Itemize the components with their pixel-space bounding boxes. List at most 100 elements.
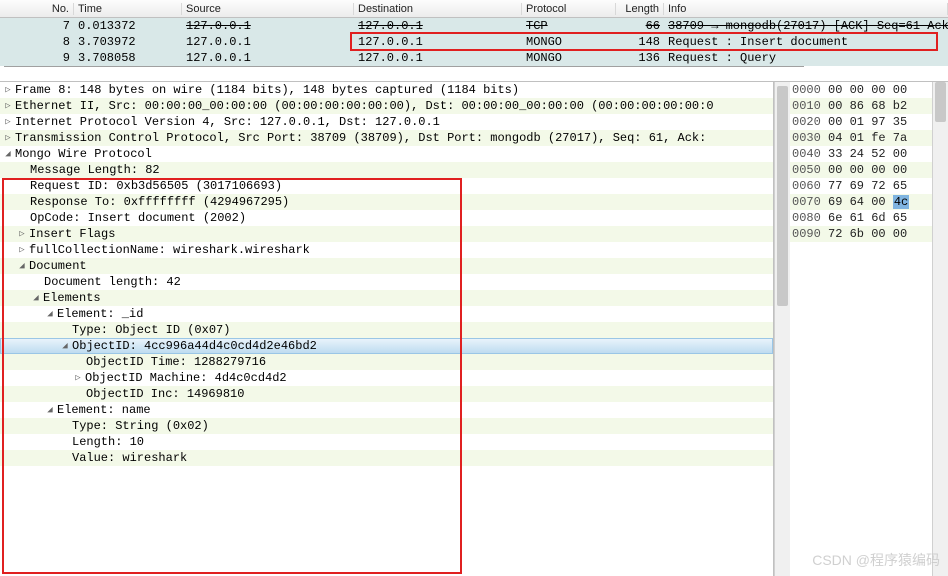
packet-list-header: No. Time Source Destination Protocol Len… xyxy=(0,0,948,18)
expand-icon[interactable]: ▷ xyxy=(2,132,14,144)
hex-offset: 0090 xyxy=(792,227,828,241)
tree-ip[interactable]: ▷Internet Protocol Version 4, Src: 127.0… xyxy=(0,114,773,130)
cell-source: 127.0.0.1 xyxy=(182,19,354,33)
tree-label: Value: wireshark xyxy=(72,451,187,465)
tree-label: ObjectID: 4cc996a44d4c0cd4d2e46bd2 xyxy=(72,339,317,353)
hex-scrollbar[interactable] xyxy=(932,82,948,576)
hex-row[interactable]: 003004 01 fe 7a xyxy=(790,130,932,146)
hex-row[interactable]: 001000 86 68 b2 xyxy=(790,98,932,114)
hex-bytes: 00 00 00 00 xyxy=(828,163,930,177)
expand-icon[interactable]: ▷ xyxy=(16,244,28,256)
tree-label: Request ID: 0xb3d56505 (3017106693) xyxy=(30,179,282,193)
hex-row[interactable]: 00806e 61 6d 65 xyxy=(790,210,932,226)
tree-elements[interactable]: ◢Elements xyxy=(0,290,773,306)
tree-type-objectid[interactable]: Type: Object ID (0x07) xyxy=(0,322,773,338)
expand-icon[interactable]: ▷ xyxy=(2,84,14,96)
cell-length: 136 xyxy=(616,51,664,65)
hex-offset: 0010 xyxy=(792,99,828,113)
tree-label: Length: 10 xyxy=(72,435,144,449)
expand-icon[interactable]: ▷ xyxy=(2,116,14,128)
tree-tcp[interactable]: ▷Transmission Control Protocol, Src Port… xyxy=(0,130,773,146)
hex-row[interactable]: 006077 69 72 65 xyxy=(790,178,932,194)
tree-label: Document xyxy=(29,259,87,273)
tree-objectid[interactable]: ◢ObjectID: 4cc996a44d4c0cd4d2e46bd2 xyxy=(0,338,773,354)
collapse-icon[interactable]: ◢ xyxy=(16,260,28,272)
tree-opcode[interactable]: OpCode: Insert document (2002) xyxy=(0,210,773,226)
tree-string-length[interactable]: Length: 10 xyxy=(0,434,773,450)
tree-label: Message Length: 82 xyxy=(30,163,160,177)
tree-label: ObjectID Time: 1288279716 xyxy=(86,355,266,369)
tree-msg-length[interactable]: Message Length: 82 xyxy=(0,162,773,178)
hex-bytes: 00 86 68 b2 xyxy=(828,99,930,113)
tree-label: Internet Protocol Version 4, Src: 127.0.… xyxy=(15,115,440,129)
packet-row[interactable]: 9 3.708058 127.0.0.1 127.0.0.1 MONGO 136… xyxy=(0,50,948,66)
expand-icon[interactable]: ▷ xyxy=(2,100,14,112)
hex-row[interactable]: 005000 00 00 00 xyxy=(790,162,932,178)
cell-length: 148 xyxy=(616,35,664,49)
cell-info: Request : Query xyxy=(664,51,948,65)
cell-source: 127.0.0.1 xyxy=(182,51,354,65)
tree-element-id[interactable]: ◢Element: _id xyxy=(0,306,773,322)
collapse-icon[interactable]: ◢ xyxy=(44,404,56,416)
col-header-no[interactable]: No. xyxy=(0,3,74,15)
tree-frame[interactable]: ▷Frame 8: 148 bytes on wire (1184 bits),… xyxy=(0,82,773,98)
tree-ethernet[interactable]: ▷Ethernet II, Src: 00:00:00_00:00:00 (00… xyxy=(0,98,773,114)
hex-row[interactable]: 004033 24 52 00 xyxy=(790,146,932,162)
scrollbar-thumb[interactable] xyxy=(935,82,946,122)
hex-offset: 0080 xyxy=(792,211,828,225)
tree-type-string[interactable]: Type: String (0x02) xyxy=(0,418,773,434)
collapse-icon[interactable]: ◢ xyxy=(2,148,14,160)
details-scrollbar[interactable] xyxy=(774,82,790,576)
hex-offset: 0070 xyxy=(792,195,828,209)
expand-icon[interactable]: ▷ xyxy=(16,228,28,240)
hex-row[interactable]: 002000 01 97 35 xyxy=(790,114,932,130)
collapse-icon[interactable]: ◢ xyxy=(59,340,71,352)
collapse-icon[interactable]: ◢ xyxy=(30,292,42,304)
cell-time: 3.703972 xyxy=(74,35,182,49)
expand-icon[interactable]: ▷ xyxy=(72,372,84,384)
packet-row[interactable]: 7 0.013372 127.0.0.1 127.0.0.1 TCP 66 38… xyxy=(0,18,948,34)
tree-element-name[interactable]: ◢Element: name xyxy=(0,402,773,418)
tree-mongo[interactable]: ◢Mongo Wire Protocol xyxy=(0,146,773,162)
hex-highlight: 4c xyxy=(893,195,909,209)
col-header-info[interactable]: Info xyxy=(664,3,948,15)
scrollbar-thumb[interactable] xyxy=(777,86,788,306)
hex-pane[interactable]: 000000 00 00 00 001000 86 68 b2 002000 0… xyxy=(790,82,932,576)
hex-row[interactable]: 000000 00 00 00 xyxy=(790,82,932,98)
cell-no: 9 xyxy=(0,51,74,65)
tree-objectid-machine[interactable]: ▷ObjectID Machine: 4d4c0cd4d2 xyxy=(0,370,773,386)
tree-label: OpCode: Insert document (2002) xyxy=(30,211,246,225)
packet-details-pane[interactable]: ▷Frame 8: 148 bytes on wire (1184 bits),… xyxy=(0,82,774,576)
col-header-source[interactable]: Source xyxy=(182,3,354,15)
hex-bytes: 69 64 00 4c xyxy=(828,195,930,209)
tree-doc-length[interactable]: Document length: 42 xyxy=(0,274,773,290)
hex-row[interactable]: 007069 64 00 4c xyxy=(790,194,932,210)
tree-label: ObjectID Machine: 4d4c0cd4d2 xyxy=(85,371,287,385)
packet-row[interactable]: 8 3.703972 127.0.0.1 127.0.0.1 MONGO 148… xyxy=(0,34,948,50)
tree-string-value[interactable]: Value: wireshark xyxy=(0,450,773,466)
hex-bytes: 00 00 00 00 xyxy=(828,83,930,97)
tree-label: Transmission Control Protocol, Src Port:… xyxy=(15,131,706,145)
col-header-time[interactable]: Time xyxy=(74,3,182,15)
tree-full-collection[interactable]: ▷fullCollectionName: wireshark.wireshark xyxy=(0,242,773,258)
tree-objectid-time[interactable]: ObjectID Time: 1288279716 xyxy=(0,354,773,370)
col-header-length[interactable]: Length xyxy=(616,3,664,15)
cell-protocol: TCP xyxy=(522,19,616,33)
tree-label: Document length: 42 xyxy=(44,275,181,289)
hex-offset: 0050 xyxy=(792,163,828,177)
tree-request-id[interactable]: Request ID: 0xb3d56505 (3017106693) xyxy=(0,178,773,194)
tree-response-to[interactable]: Response To: 0xffffffff (4294967295) xyxy=(0,194,773,210)
cell-length: 66 xyxy=(616,19,664,33)
hex-offset: 0000 xyxy=(792,83,828,97)
collapse-icon[interactable]: ◢ xyxy=(44,308,56,320)
col-header-destination[interactable]: Destination xyxy=(354,3,522,15)
col-header-protocol[interactable]: Protocol xyxy=(522,3,616,15)
tree-insert-flags[interactable]: ▷Insert Flags xyxy=(0,226,773,242)
tree-objectid-inc[interactable]: ObjectID Inc: 14969810 xyxy=(0,386,773,402)
tree-document[interactable]: ◢Document xyxy=(0,258,773,274)
tree-label: Element: name xyxy=(57,403,151,417)
hex-row[interactable]: 009072 6b 00 00 xyxy=(790,226,932,242)
cell-time: 0.013372 xyxy=(74,19,182,33)
cell-no: 8 xyxy=(0,35,74,49)
tree-label: Type: Object ID (0x07) xyxy=(72,323,230,337)
